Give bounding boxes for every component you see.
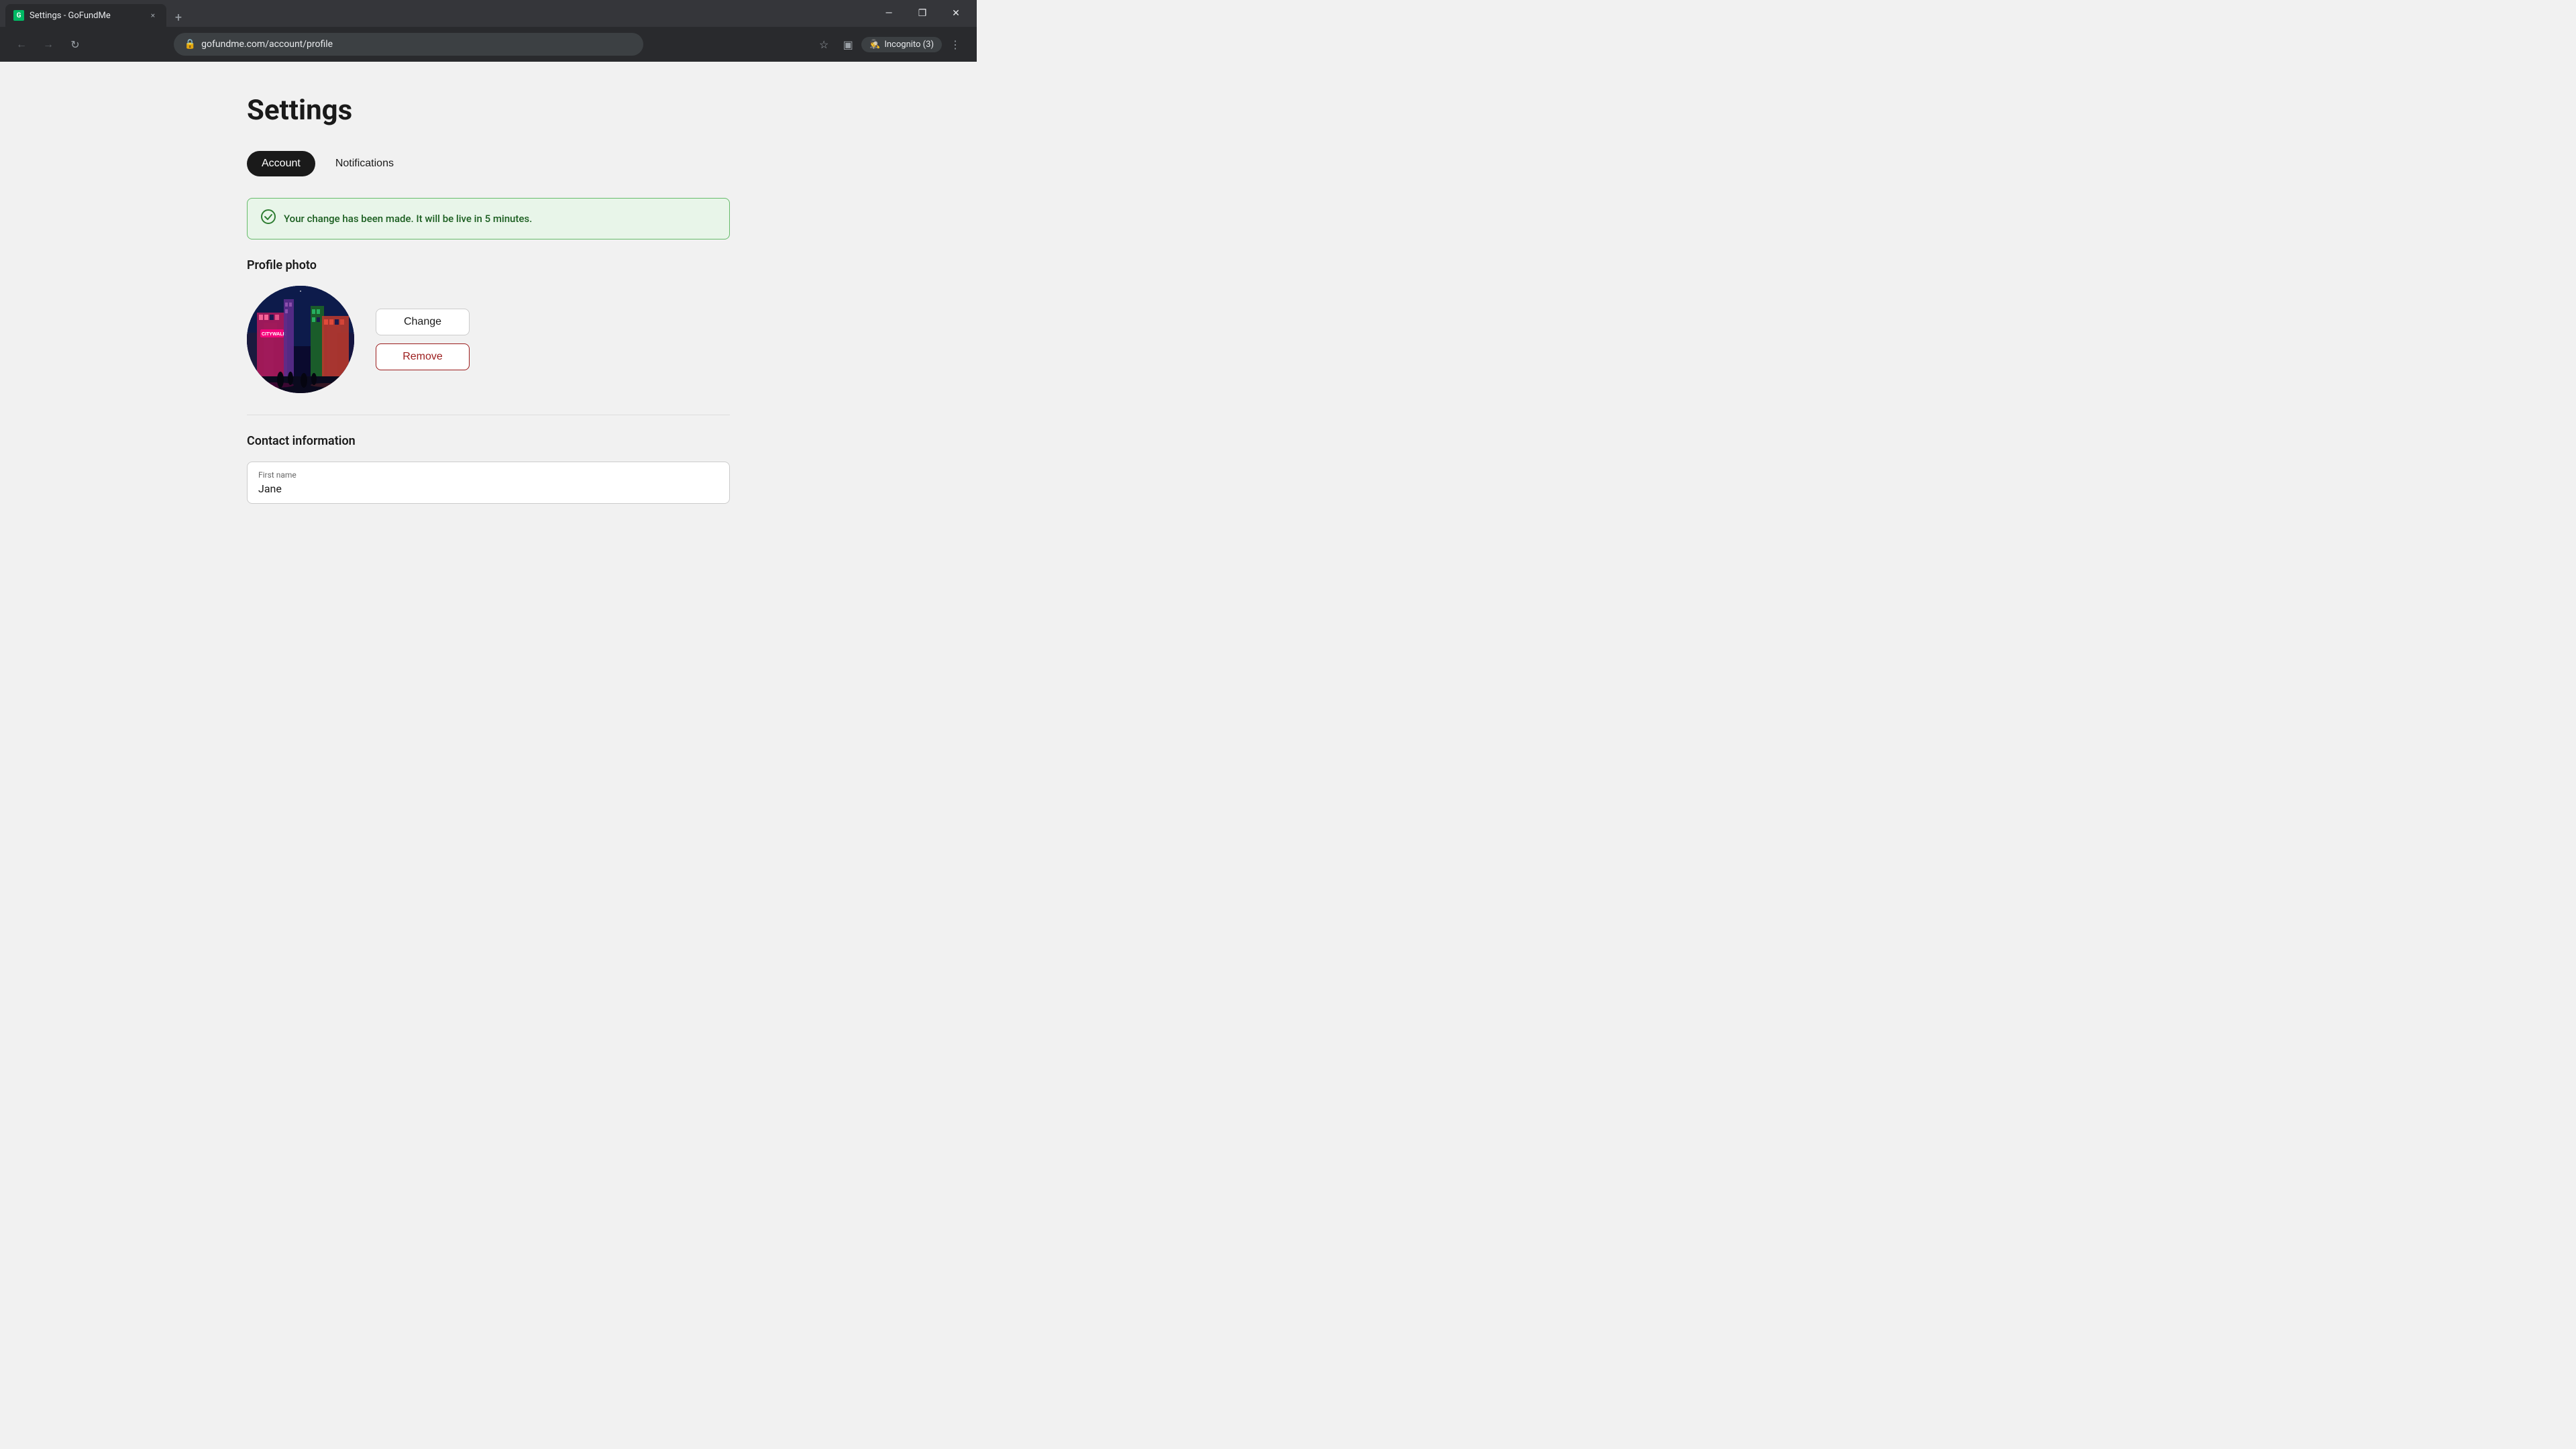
- browser-chrome: G Settings - GoFundMe × + — ❐ ✕ ← → ↻ 🔒 …: [0, 0, 977, 62]
- svg-text:CITYWALK: CITYWALK: [262, 332, 286, 337]
- forward-button[interactable]: →: [38, 34, 59, 55]
- profile-photo-section: Profile photo: [247, 258, 730, 393]
- profile-photo-content: CITYWALK: [247, 286, 730, 393]
- tab-title: Settings - GoFundMe: [30, 11, 142, 21]
- success-banner: Your change has been made. It will be li…: [247, 198, 730, 239]
- avatar-image: CITYWALK: [247, 286, 354, 393]
- back-button[interactable]: ←: [11, 34, 32, 55]
- minimize-button[interactable]: —: [873, 0, 904, 27]
- profile-photo-title: Profile photo: [247, 258, 730, 272]
- close-button[interactable]: ✕: [941, 0, 971, 27]
- window-controls: — ❐ ✕: [873, 0, 971, 27]
- photo-action-buttons: Change Remove: [376, 309, 470, 370]
- incognito-label: Incognito (3): [884, 40, 934, 50]
- success-check-icon: [261, 209, 276, 228]
- incognito-badge[interactable]: 🕵️ Incognito (3): [861, 37, 942, 52]
- toolbar-right: ☆ ▣ 🕵️ Incognito (3) ⋮: [813, 34, 966, 55]
- address-input-container[interactable]: 🔒 gofundme.com/account/profile: [174, 33, 643, 56]
- menu-button[interactable]: ⋮: [945, 34, 966, 55]
- profile-avatar: CITYWALK: [247, 286, 354, 393]
- security-icon: 🔒: [184, 39, 196, 50]
- refresh-button[interactable]: ↻: [64, 34, 86, 55]
- tab-notifications[interactable]: Notifications: [321, 151, 409, 176]
- url-display: gofundme.com/account/profile: [201, 39, 633, 50]
- page-content: Settings Account Notifications Your chan…: [0, 62, 977, 547]
- incognito-icon: 🕵️: [869, 40, 880, 50]
- new-tab-button[interactable]: +: [169, 8, 188, 27]
- tab-favicon: G: [13, 10, 24, 21]
- sidebar-button[interactable]: ▣: [837, 34, 859, 55]
- settings-container: Settings Account Notifications Your chan…: [220, 62, 757, 547]
- first-name-label: First name: [258, 470, 718, 480]
- active-tab[interactable]: G Settings - GoFundMe ×: [5, 4, 166, 27]
- change-photo-button[interactable]: Change: [376, 309, 470, 335]
- tab-strip: G Settings - GoFundMe × +: [5, 0, 871, 27]
- tab-close-button[interactable]: ×: [148, 10, 158, 21]
- settings-tabs: Account Notifications: [247, 151, 730, 176]
- bookmark-button[interactable]: ☆: [813, 34, 835, 55]
- success-message: Your change has been made. It will be li…: [284, 213, 532, 225]
- maximize-button[interactable]: ❐: [907, 0, 938, 27]
- contact-info-section: Contact information First name Jane: [247, 434, 730, 504]
- address-bar: ← → ↻ 🔒 gofundme.com/account/profile ☆ ▣…: [0, 27, 977, 62]
- first-name-field[interactable]: First name Jane: [247, 462, 730, 504]
- page-title: Settings: [247, 94, 730, 127]
- first-name-value: Jane: [258, 482, 718, 495]
- tab-account[interactable]: Account: [247, 151, 315, 176]
- contact-info-title: Contact information: [247, 434, 730, 448]
- browser-titlebar: G Settings - GoFundMe × + — ❐ ✕: [0, 0, 977, 27]
- remove-photo-button[interactable]: Remove: [376, 343, 470, 370]
